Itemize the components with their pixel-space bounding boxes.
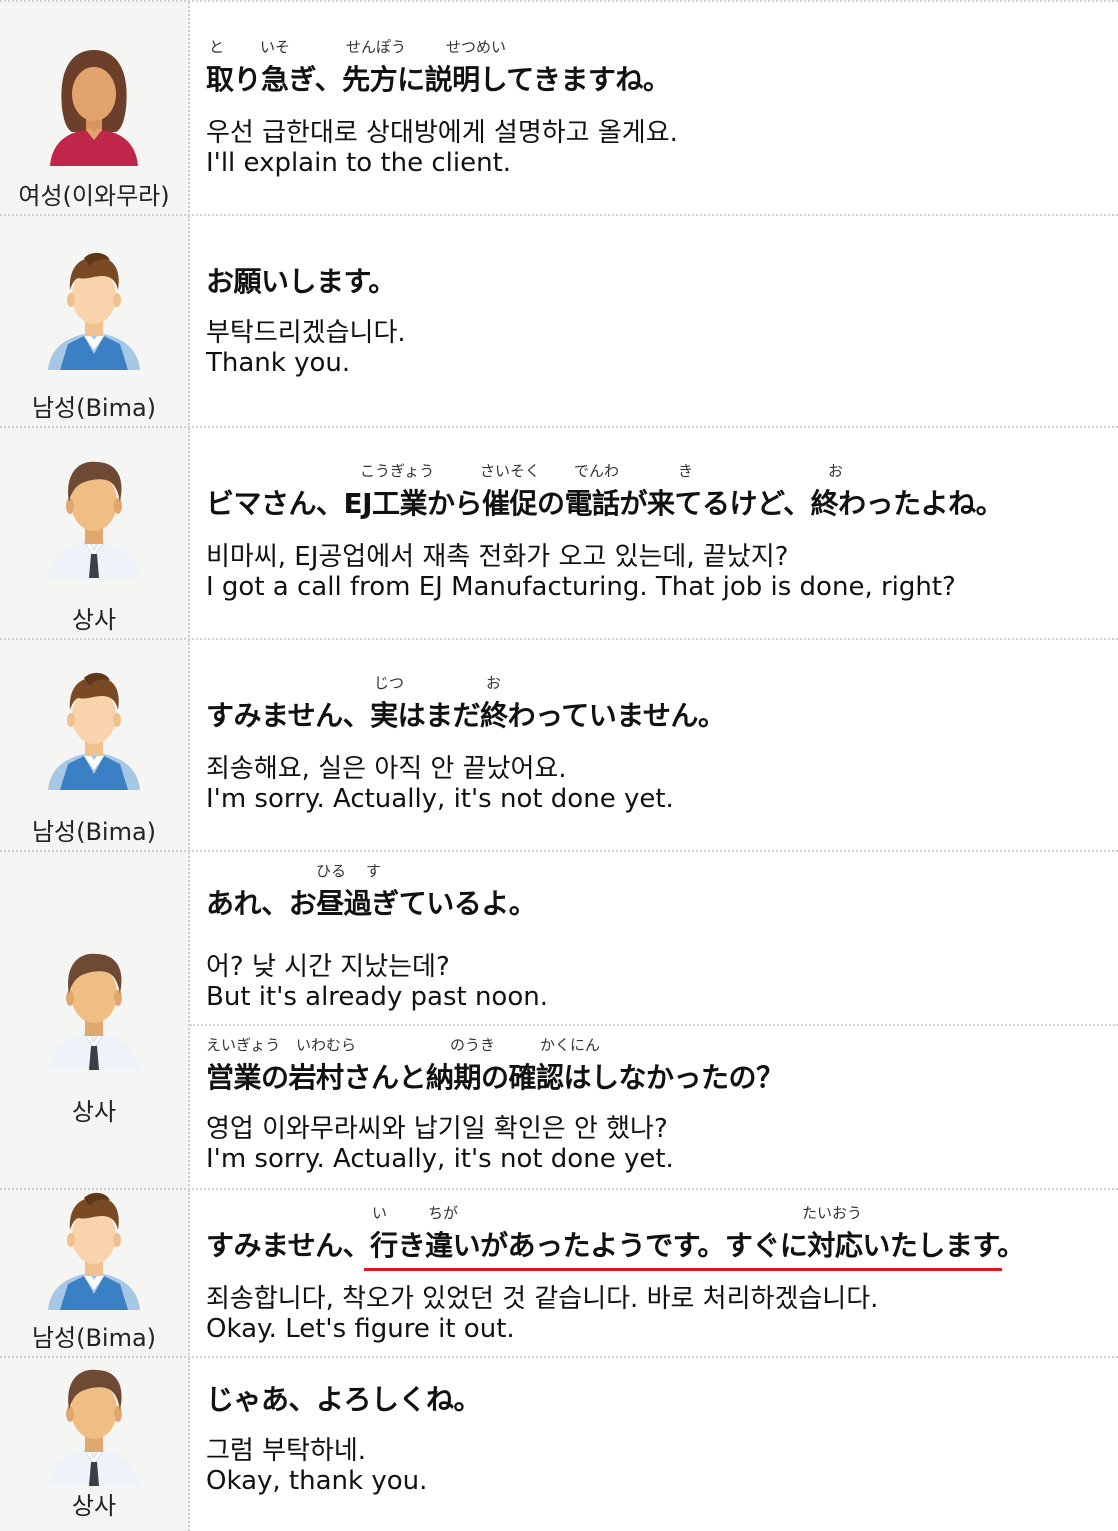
speaker-cell: 남성(Bima) [0,640,190,852]
speaker-label: 상사 [71,1098,117,1126]
dialogue-row: 상사 じゃあ、よろしくね。 그럼 부탁하네. Okay, thank you. [0,1356,1118,1531]
man-vest-avatar-icon [44,670,144,790]
boss-avatar-icon [44,1366,144,1486]
line-cell: い ちが たいおう すみません、行き違いがあったようです。すぐに対応いたします。… [190,1190,1118,1358]
english-line: Okay, thank you. [206,1466,428,1496]
ruby-text: お [486,674,502,692]
line-cell: こうぎょう さいそく でんわ き お ビマさん、EJ工業から催促の電話が来てるけ… [190,428,1118,640]
ruby-text: えいぎょう [206,1036,281,1054]
dialogue-row: 남성(Bima) じつ お すみません、実はまだ終わっていません。 죄송해요, … [0,638,1118,852]
speaker-label: 상사 [71,606,117,634]
speaker-cell: 여성(이와무라) [0,2,190,216]
dialogue-table: 여성(이와무라) と いそ せんぽう せつめい 取り急ぎ、先方に説明してきますね… [0,0,1118,1531]
man-vest-avatar-icon [44,250,144,370]
line-cell: えいぎょう いわむら のうき かくにん 営業の岩村さんと納期の確認はしなかったの… [190,1024,1118,1190]
japanese-line: あれ、お昼過ぎているよ。 [206,887,537,920]
ruby-text: のうき [450,1036,496,1054]
ruby-text: かくにん [540,1036,601,1054]
korean-line: 그럼 부탁하네. [206,1436,367,1466]
japanese-line: 取り急ぎ、先方に説明してきますね。 [206,63,671,96]
dialogue-row: 남성(Bima) お願いします。 부탁드리겠습니다. Thank you. [0,214,1118,428]
korean-line: 영업 이와무라씨와 납기일 확인은 안 했나? [206,1114,668,1144]
japanese-line: すみません、行き違いがあったようです。すぐに対応いたします。 [206,1229,1025,1262]
dialogue-row: 상사 こうぎょう さいそく でんわ き お ビマさん、EJ工業から催促の電話が来… [0,426,1118,640]
ruby-text: ちが [428,1204,459,1222]
speaker-cell: 상사 [0,1358,190,1531]
speaker-cell: 상사 [0,852,190,1190]
ruby-text: せんぽう [346,38,407,56]
english-line: I'm sorry. Actually, it's not done yet. [206,1144,674,1174]
boss-avatar-icon [44,458,144,578]
ruby-text: せつめい [446,38,507,56]
speaker-label: 상사 [71,1492,117,1520]
korean-line: 어? 낮 시간 지났는데? [206,952,450,982]
japanese-line: じゃあ、よろしくね。 [206,1383,482,1416]
english-line: Okay. Let's figure it out. [206,1314,515,1344]
ruby-text: いそ [260,38,291,56]
highlight-underline [364,1268,1002,1271]
woman-avatar-icon [44,46,144,166]
ruby-text: じつ [374,674,405,692]
ruby-text: き [678,462,694,480]
english-line: I got a call from EJ Manufacturing. That… [206,572,956,602]
ruby-text: お [828,462,844,480]
japanese-line: すみません、実はまだ終わっていません。 [206,699,726,732]
english-line: I'm sorry. Actually, it's not done yet. [206,784,674,814]
speaker-cell: 상사 [0,428,190,640]
ruby-text: たいおう [802,1204,863,1222]
korean-line: 우선 급한대로 상대방에게 설명하고 올게요. [206,118,678,148]
speaker-cell: 남성(Bima) [0,1190,190,1358]
ruby-text: す [366,862,382,880]
speaker-label: 남성(Bima) [31,818,157,846]
ruby-text: さいそく [480,462,541,480]
japanese-line: お願いします。 [206,265,396,298]
dialogue-row: 남성(Bima) い ちが たいおう すみません、行き違いがあったようです。すぐ… [0,1188,1118,1358]
line-cell: と いそ せんぽう せつめい 取り急ぎ、先方に説明してきますね。 우선 급한대로… [190,2,1118,216]
speaker-label: 남성(Bima) [31,1324,157,1352]
ruby-text: でんわ [574,462,620,480]
english-line: I'll explain to the client. [206,148,512,178]
korean-line: 죄송합니다, 착오가 있었던 것 같습니다. 바로 처리하겠습니다. [206,1284,879,1314]
dialogue-row: 상사 ひる す あれ、お昼過ぎているよ。 어? 낮 시간 지났는데? But i… [0,850,1118,1190]
korean-line: 비마씨, EJ공업에서 재촉 전화가 오고 있는데, 끝났지? [206,542,789,572]
speaker-label: 여성(이와무라) [18,182,170,210]
ruby-text: ひる [316,862,347,880]
japanese-line: 営業の岩村さんと納期の確認はしなかったの？ [206,1061,784,1094]
boss-avatar-icon [44,950,144,1070]
line-cell: じつ お すみません、実はまだ終わっていません。 죄송해요, 실은 아직 안 끝… [190,640,1118,852]
ruby-text: い [372,1204,388,1222]
man-vest-avatar-icon [44,1190,144,1310]
line-cell: じゃあ、よろしくね。 그럼 부탁하네. Okay, thank you. [190,1358,1118,1531]
speaker-label: 남성(Bima) [31,394,157,422]
dialogue-row: 여성(이와무라) と いそ せんぽう せつめい 取り急ぎ、先方に説明してきますね… [0,0,1118,216]
ruby-text: こうぎょう [360,462,435,480]
korean-line: 부탁드리겠습니다. [206,318,406,348]
korean-line: 죄송해요, 실은 아직 안 끝났어요. [206,754,567,784]
ruby-text: いわむら [296,1036,357,1054]
english-line: But it's already past noon. [206,982,548,1012]
english-line: Thank you. [206,348,351,378]
ruby-text: と [209,38,225,56]
japanese-line: ビマさん、EJ工業から催促の電話が来てるけど、終わったよね。 [206,487,1004,520]
line-cell: お願いします。 부탁드리겠습니다. Thank you. [190,216,1118,428]
speaker-cell: 남성(Bima) [0,216,190,428]
